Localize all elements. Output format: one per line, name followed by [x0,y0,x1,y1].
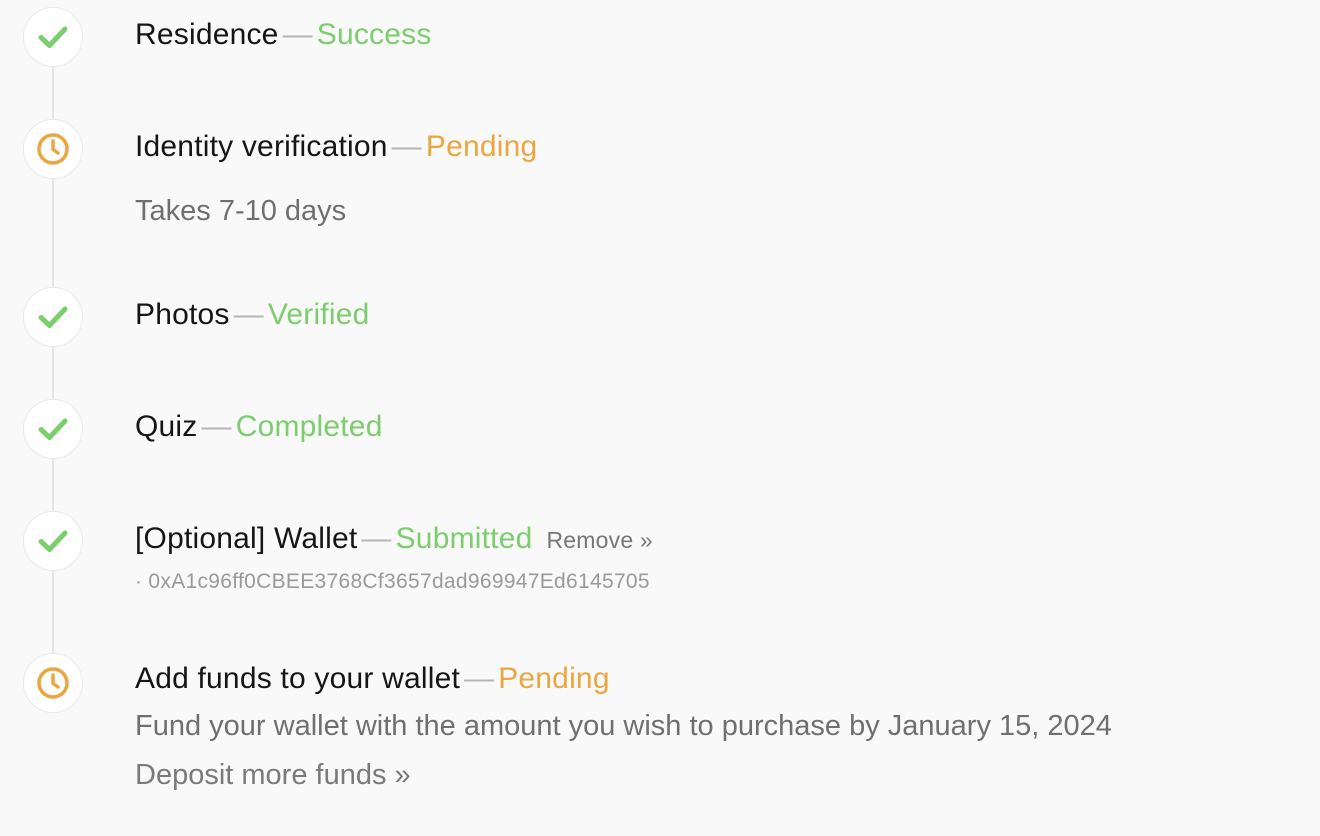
verification-timeline: Residence — Success Identity verification —… [0,0,1320,836]
check-icon [23,7,83,67]
step-title: Identity verification [135,130,388,163]
status-verified: Verified [267,298,370,331]
step-title: [Optional] Wallet [135,522,358,555]
check-icon [23,399,83,459]
separator: — [233,298,264,331]
status-success: Success [316,18,432,51]
check-icon [23,287,83,347]
status-completed: Completed [235,410,383,443]
timeline-rail [52,459,54,511]
step-title: Add funds to your wallet [135,662,460,695]
clock-icon [23,653,83,713]
separator: — [361,522,392,555]
timeline-rail [52,67,54,119]
step-wallet: [Optional] Wallet — Submitted Remove » [135,522,653,556]
step-photos: Photos — Verified [135,298,369,332]
step-residence: Residence — Success [135,18,432,52]
clock-icon [23,119,83,179]
wallet-address: · 0xA1c96ff0CBEE3768Cf3657dad969947Ed614… [135,570,650,593]
separator: — [282,18,313,51]
separator: — [201,410,232,443]
step-title: Quiz [135,410,198,443]
step-note: Takes 7-10 days [135,195,347,227]
remove-wallet-link[interactable]: Remove » [546,527,652,553]
status-submitted: Submitted [395,522,533,555]
separator: — [391,130,422,163]
status-pending: Pending [498,662,610,695]
step-title: Residence [135,18,279,51]
step-note: Fund your wallet with the amount you wis… [135,710,1112,742]
step-identity-verification: Identity verification — Pending [135,130,537,164]
deposit-funds-link[interactable]: Deposit more funds » [135,759,411,792]
check-icon [23,511,83,571]
timeline-rail [52,179,54,287]
step-add-funds: Add funds to your wallet — Pending [135,662,610,696]
status-pending: Pending [425,130,538,163]
timeline-rail [52,347,54,399]
separator: — [464,662,495,695]
step-quiz: Quiz — Completed [135,410,383,444]
step-title: Photos [135,298,230,331]
timeline-rail [52,571,54,653]
